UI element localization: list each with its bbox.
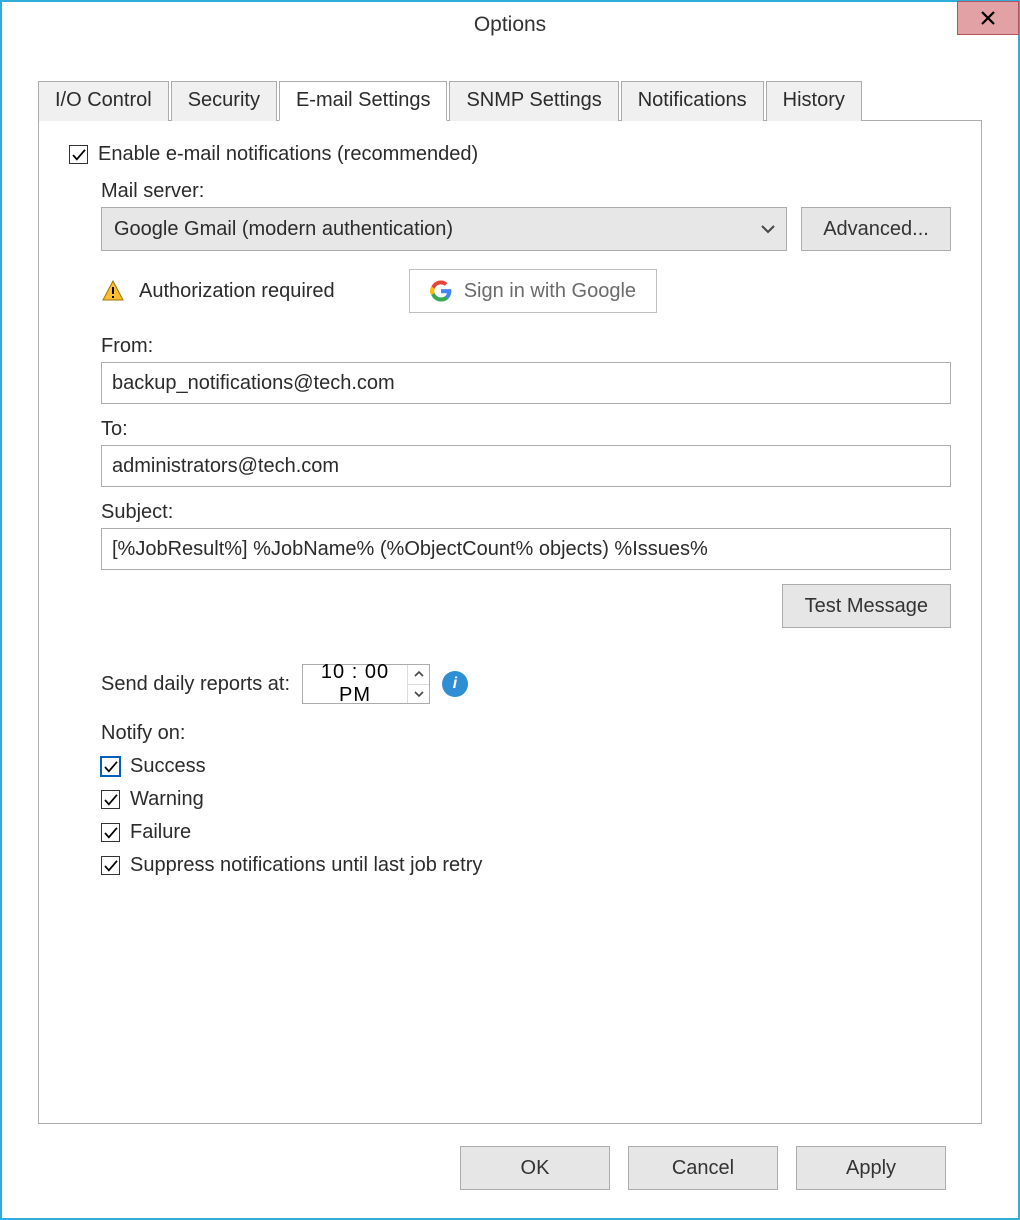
ok-button[interactable]: OK: [460, 1146, 610, 1190]
tab-strip: I/O Control Security E-mail Settings SNM…: [38, 80, 982, 120]
cancel-button[interactable]: Cancel: [628, 1146, 778, 1190]
time-spinner-up[interactable]: [408, 665, 429, 685]
close-button[interactable]: [957, 1, 1019, 35]
notify-on-label: Notify on:: [101, 722, 951, 745]
from-label: From:: [101, 335, 951, 358]
mail-server-select[interactable]: Google Gmail (modern authentication): [101, 207, 787, 251]
tab-security[interactable]: Security: [171, 81, 277, 121]
check-icon: [104, 860, 118, 872]
notify-warning-label: Warning: [130, 788, 204, 811]
close-icon: [981, 11, 995, 25]
subject-label: Subject:: [101, 501, 951, 524]
daily-time-value: 10 : 00 PM: [303, 661, 407, 707]
client-area: I/O Control Security E-mail Settings SNM…: [2, 48, 1018, 1218]
notify-failure-label: Failure: [130, 821, 191, 844]
notify-suppress-label: Suppress notifications until last job re…: [130, 854, 482, 877]
daily-time-input[interactable]: 10 : 00 PM: [302, 664, 430, 704]
warning-icon: [101, 279, 125, 303]
dialog-button-bar: OK Cancel Apply: [38, 1124, 982, 1218]
notify-success-checkbox[interactable]: [101, 757, 120, 776]
google-icon: [430, 280, 452, 302]
mail-server-label: Mail server:: [101, 180, 951, 203]
enable-email-label: Enable e-mail notifications (recommended…: [98, 143, 478, 166]
to-label: To:: [101, 418, 951, 441]
notify-success-label: Success: [130, 755, 206, 778]
tab-notifications[interactable]: Notifications: [621, 81, 764, 121]
chevron-down-icon: [414, 691, 424, 697]
time-spinner: [407, 665, 429, 703]
tab-snmp-settings[interactable]: SNMP Settings: [449, 81, 618, 121]
to-input[interactable]: [101, 445, 951, 487]
google-signin-button[interactable]: Sign in with Google: [409, 269, 657, 313]
chevron-down-icon: [760, 221, 776, 237]
from-input[interactable]: [101, 362, 951, 404]
check-icon: [72, 149, 86, 161]
chevron-up-icon: [414, 671, 424, 677]
notify-warning-checkbox[interactable]: [101, 790, 120, 809]
daily-reports-label: Send daily reports at:: [101, 673, 290, 696]
advanced-button[interactable]: Advanced...: [801, 207, 951, 251]
check-icon: [104, 827, 118, 839]
google-signin-label: Sign in with Google: [464, 280, 636, 303]
mail-server-value: Google Gmail (modern authentication): [114, 218, 453, 241]
auth-required-label: Authorization required: [139, 280, 335, 303]
check-icon: [104, 794, 118, 806]
test-message-button[interactable]: Test Message: [782, 584, 951, 628]
subject-input[interactable]: [101, 528, 951, 570]
title-bar: Options: [2, 2, 1018, 48]
apply-button[interactable]: Apply: [796, 1146, 946, 1190]
notify-suppress-checkbox[interactable]: [101, 856, 120, 875]
info-icon[interactable]: i: [442, 671, 468, 697]
check-icon: [104, 761, 118, 773]
tab-email-settings[interactable]: E-mail Settings: [279, 81, 448, 121]
notify-failure-checkbox[interactable]: [101, 823, 120, 842]
tab-io-control[interactable]: I/O Control: [38, 81, 169, 121]
options-window: Options I/O Control Security E-mail Sett…: [0, 0, 1020, 1220]
tab-history[interactable]: History: [766, 81, 862, 121]
tab-panel-email: Enable e-mail notifications (recommended…: [38, 120, 982, 1124]
enable-email-checkbox[interactable]: [69, 145, 88, 164]
window-title: Options: [474, 13, 546, 37]
time-spinner-down[interactable]: [408, 685, 429, 704]
